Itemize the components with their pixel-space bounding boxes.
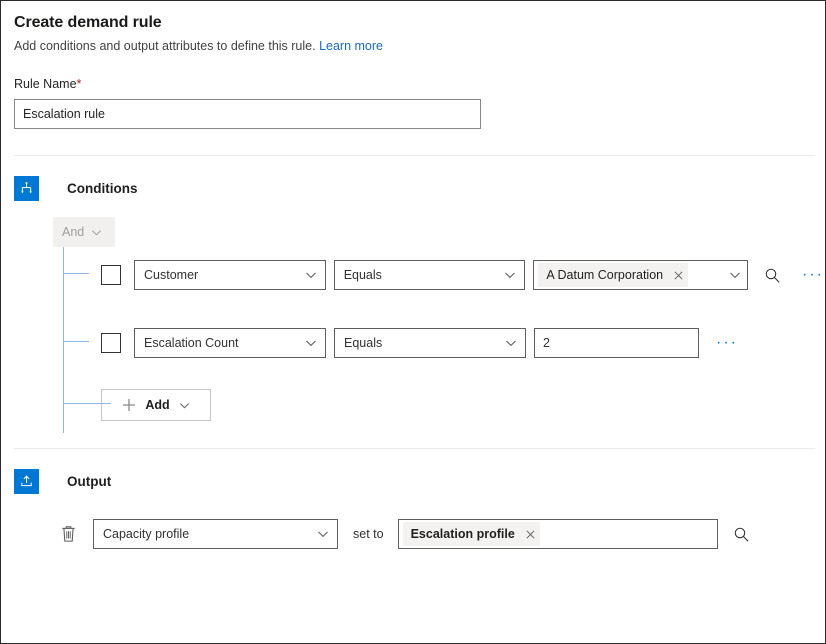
- divider-output: [14, 448, 815, 449]
- rule-name-label: Rule Name*: [14, 76, 825, 92]
- search-icon[interactable]: [729, 521, 755, 547]
- condition-operator-label: Equals: [344, 336, 505, 350]
- chevron-down-icon: [305, 269, 317, 281]
- more-options-button[interactable]: ···: [801, 262, 825, 288]
- condition-value-picker[interactable]: A Datum Corporation: [533, 260, 748, 290]
- condition-row: Escalation Count Equals ···: [101, 328, 825, 358]
- add-condition-label: Add: [145, 398, 169, 412]
- page-subtitle: Add conditions and output attributes to …: [14, 38, 825, 55]
- tree-branch-3: [63, 403, 111, 404]
- create-demand-rule-panel: Create demand rule Add conditions and ou…: [0, 0, 826, 644]
- condition-attribute-label: Escalation Count: [144, 336, 305, 350]
- chevron-down-icon: [179, 400, 190, 411]
- plus-icon: [122, 398, 136, 412]
- output-body: Capacity profile set to Escalation profi…: [1, 519, 825, 549]
- more-options-button[interactable]: ···: [715, 330, 739, 356]
- output-title: Output: [67, 474, 111, 489]
- logical-operator-dropdown[interactable]: And: [53, 217, 115, 247]
- condition-attribute-dropdown[interactable]: Customer: [134, 260, 326, 290]
- output-value-chip-wrap: Escalation profile: [403, 522, 711, 546]
- upload-icon: [14, 469, 39, 494]
- add-condition-wrap: Add: [101, 389, 825, 421]
- add-condition-button[interactable]: Add: [101, 389, 211, 421]
- condition-row: Customer Equals A Datum Corporation: [101, 260, 825, 290]
- logical-operator-label: And: [62, 225, 84, 239]
- chevron-down-icon: [505, 337, 517, 349]
- required-asterisk: *: [77, 77, 82, 91]
- output-value-chip: Escalation profile: [403, 522, 540, 546]
- chevron-down-icon: [317, 528, 329, 540]
- condition-value-text: A Datum Corporation: [546, 268, 663, 282]
- learn-more-link[interactable]: Learn more: [319, 39, 383, 53]
- chevron-down-icon: [91, 227, 102, 238]
- chevron-down-icon: [504, 269, 516, 281]
- search-icon[interactable]: [759, 262, 785, 288]
- panel-header: Create demand rule Add conditions and ou…: [1, 1, 825, 55]
- branch-icon: [14, 176, 39, 201]
- output-attribute-label: Capacity profile: [103, 527, 317, 541]
- condition-checkbox[interactable]: [101, 333, 121, 353]
- conditions-body: And Customer Equals: [1, 217, 825, 421]
- output-section-header: Output: [1, 469, 825, 494]
- chevron-down-icon: [305, 337, 317, 349]
- condition-operator-label: Equals: [344, 268, 505, 282]
- conditions-title: Conditions: [67, 181, 138, 196]
- subtitle-text: Add conditions and output attributes to …: [14, 39, 316, 53]
- output-value-text: Escalation profile: [411, 527, 515, 541]
- condition-operator-dropdown[interactable]: Equals: [334, 260, 526, 290]
- page-title: Create demand rule: [14, 12, 825, 33]
- condition-checkbox[interactable]: [101, 265, 121, 285]
- condition-value-chip: A Datum Corporation: [538, 263, 688, 287]
- close-icon[interactable]: [673, 270, 684, 281]
- condition-attribute-label: Customer: [144, 268, 305, 282]
- rule-name-input[interactable]: [14, 99, 481, 129]
- conditions-section-header: Conditions: [1, 176, 825, 201]
- condition-value-input[interactable]: [534, 328, 699, 358]
- condition-value-chip-wrap: A Datum Corporation: [538, 263, 725, 287]
- output-attribute-dropdown[interactable]: Capacity profile: [93, 519, 338, 549]
- chevron-down-icon[interactable]: [729, 269, 741, 281]
- trash-icon[interactable]: [56, 521, 80, 547]
- condition-operator-dropdown[interactable]: Equals: [334, 328, 526, 358]
- output-value-picker[interactable]: Escalation profile: [398, 519, 718, 549]
- rule-name-label-text: Rule Name: [14, 77, 77, 91]
- divider-conditions: [14, 155, 815, 156]
- rule-name-field-block: Rule Name*: [1, 76, 825, 129]
- set-to-label: set to: [353, 527, 384, 541]
- condition-attribute-dropdown[interactable]: Escalation Count: [134, 328, 326, 358]
- condition-rows: Customer Equals A Datum Corporation: [53, 260, 825, 358]
- close-icon[interactable]: [525, 529, 536, 540]
